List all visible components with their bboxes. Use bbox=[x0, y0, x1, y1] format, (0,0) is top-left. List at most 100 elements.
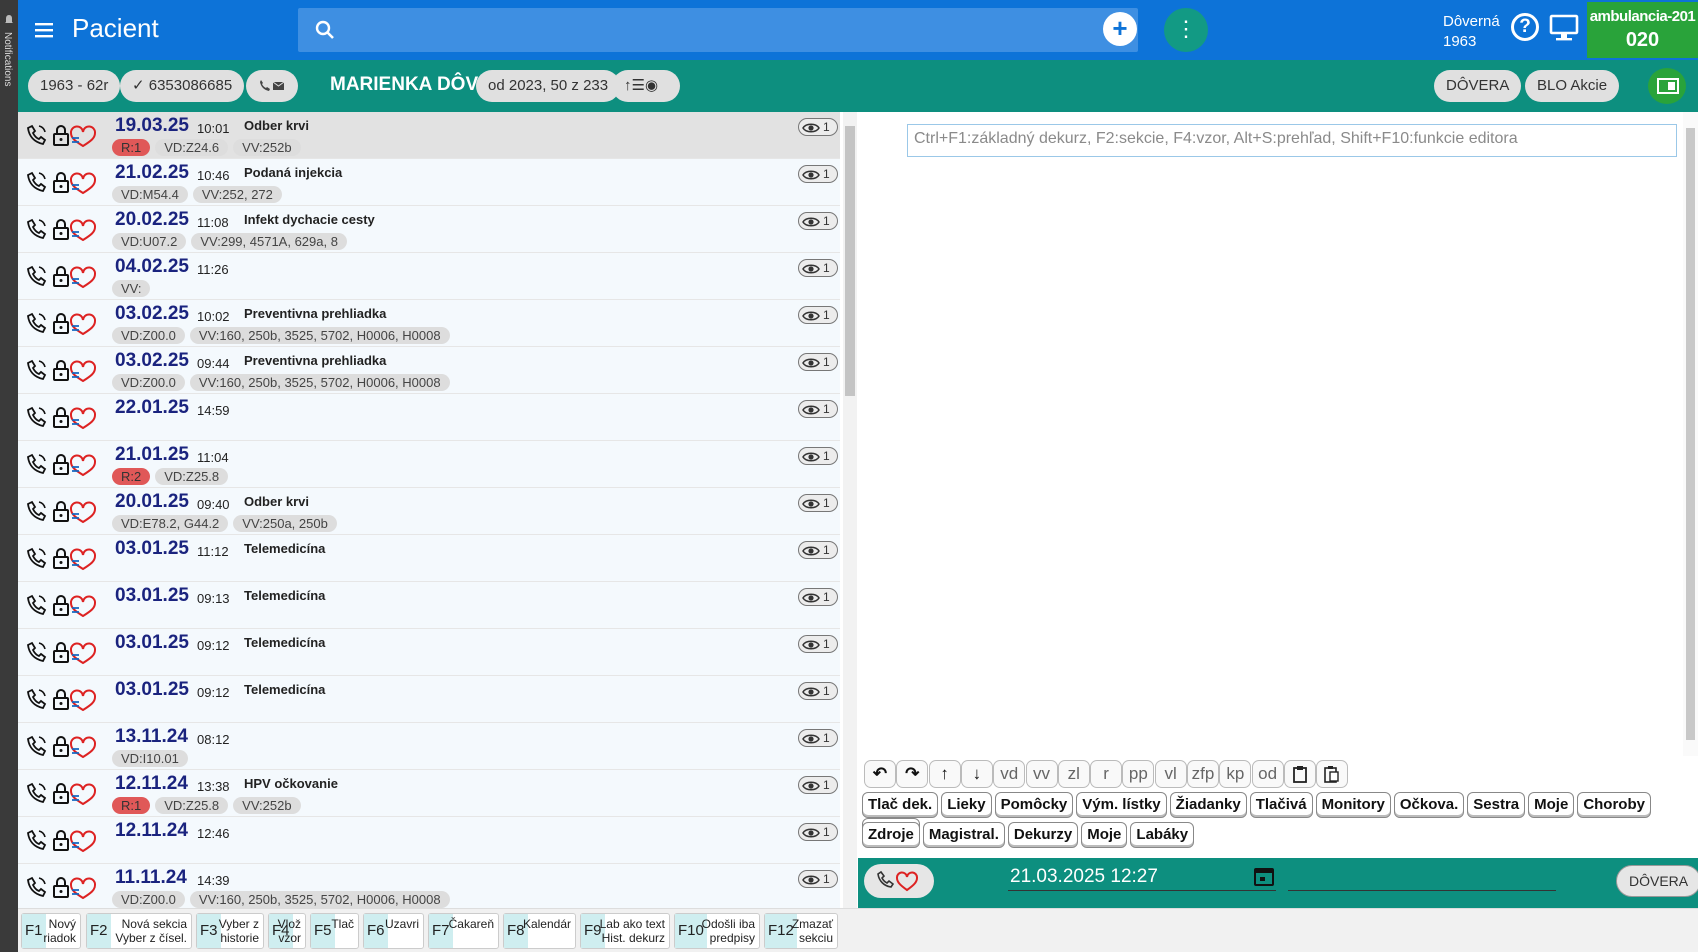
record-pill[interactable]: VD:Z25.8 bbox=[155, 468, 229, 485]
record-pill[interactable]: VV:299, 4571A, 629a, 8 bbox=[191, 233, 347, 250]
record-pill[interactable]: VV:252, 272 bbox=[192, 186, 282, 203]
module-button[interactable]: Tlač dek. bbox=[862, 792, 939, 818]
module-button[interactable]: Moje bbox=[1528, 792, 1575, 818]
vd-button[interactable]: vd bbox=[993, 760, 1026, 788]
record-row[interactable]: 03.01.25 09:12 Telemedicína 1 bbox=[18, 676, 840, 723]
record-row[interactable]: 11.11.24 14:39 VD:Z00.0 VV:160, 250b, 3525,… bbox=[18, 864, 840, 908]
view-count-badge[interactable]: 1 bbox=[798, 494, 838, 512]
record-pill[interactable]: VD:E78.2, G44.2 bbox=[112, 515, 229, 532]
move-down-button[interactable]: ↓ bbox=[960, 760, 993, 788]
zfp-button[interactable]: zfp bbox=[1187, 760, 1219, 788]
zl-button[interactable]: zl bbox=[1057, 760, 1090, 788]
module-button[interactable]: Choroby bbox=[1577, 792, 1651, 818]
record-pill[interactable]: VV:250a, 250b bbox=[233, 515, 337, 532]
view-count-badge[interactable]: 1 bbox=[798, 776, 838, 794]
function-key-f3[interactable]: F3 Vyber z historie bbox=[196, 913, 264, 949]
record-row[interactable]: 03.02.25 09:44 Preventivna prehliadka VD:Z0… bbox=[18, 347, 840, 394]
view-count-badge[interactable]: 1 bbox=[798, 682, 838, 700]
record-pill[interactable]: VV:160, 250b, 3525, 5702, H0006, H0008 bbox=[189, 374, 450, 391]
dovera-date-button[interactable]: DÔVERA bbox=[1616, 865, 1698, 897]
module-button[interactable]: Očkova. bbox=[1393, 792, 1465, 818]
dovera-button[interactable]: DÔVERA bbox=[1434, 70, 1522, 102]
record-pill[interactable]: VD:Z00.0 bbox=[112, 327, 185, 344]
record-pill[interactable]: VD:I10.01 bbox=[112, 750, 188, 767]
undo-button[interactable]: ↶ bbox=[864, 760, 896, 788]
module-button[interactable]: Pomôcky bbox=[994, 792, 1074, 818]
function-key-f4[interactable]: F4 Vlož vzor bbox=[268, 913, 306, 949]
function-key-f2[interactable]: F2 Nová sekcia Vyber z čísel. bbox=[86, 913, 192, 949]
sort-view-chip[interactable]: ↑☰◉ bbox=[612, 70, 680, 102]
editor-input[interactable]: Ctrl+F1:základný dekurz, F2:sekcie, F4:v… bbox=[907, 124, 1677, 157]
ambulance-selector[interactable]: ambulancia-201 020 bbox=[1587, 2, 1698, 58]
records-chip[interactable]: od 2023, 50 z 233 bbox=[476, 70, 621, 102]
patient-age-chip[interactable]: 1963 - 62r bbox=[28, 70, 121, 102]
record-row[interactable]: 20.02.25 11:08 Infekt dychacie cesty VD:U07… bbox=[18, 206, 840, 253]
module-button[interactable]: Labáky bbox=[1130, 822, 1195, 848]
od-button[interactable]: od bbox=[1251, 760, 1284, 788]
record-row[interactable]: 12.11.24 13:38 HPV očkovanie R:1 VD:Z25.8 VV:… bbox=[18, 770, 840, 817]
module-button[interactable]: Lieky bbox=[941, 792, 992, 818]
function-key-f5[interactable]: F5 Tlač bbox=[310, 913, 359, 949]
record-pill[interactable]: VD:Z00.0 bbox=[112, 891, 185, 908]
view-count-badge[interactable]: 1 bbox=[798, 165, 838, 183]
view-count-badge[interactable]: 1 bbox=[798, 635, 838, 653]
search-input[interactable] bbox=[350, 14, 1040, 46]
module-button[interactable]: Magistral. bbox=[922, 822, 1005, 848]
record-row[interactable]: 03.02.25 10:02 Preventivna prehliadka VD:Z0… bbox=[18, 300, 840, 347]
view-count-badge[interactable]: 1 bbox=[798, 306, 838, 324]
search-bar[interactable] bbox=[298, 8, 1138, 52]
record-pill[interactable]: VD:Z25.8 bbox=[155, 797, 229, 814]
record-pill[interactable]: VV:252b bbox=[233, 797, 301, 814]
patient-id-chip[interactable]: ✓ 6353086685 bbox=[120, 70, 245, 102]
view-count-badge[interactable]: 1 bbox=[798, 823, 838, 841]
record-row[interactable]: 20.01.25 09:40 Odber krvi VD:E78.2, G44.2 VV… bbox=[18, 488, 840, 535]
notifications-sidebar[interactable]: Notifications bbox=[0, 0, 18, 952]
help-icon[interactable]: ? bbox=[1511, 13, 1539, 41]
calendar-icon[interactable] bbox=[1253, 865, 1275, 887]
record-row[interactable]: 03.01.25 11:12 Telemedicína 1 bbox=[18, 535, 840, 582]
view-count-badge[interactable]: 1 bbox=[798, 870, 838, 888]
record-row[interactable]: 21.02.25 10:46 Podaná injekcia VD:M54.4 VV:2… bbox=[18, 159, 840, 206]
clipboard-button[interactable] bbox=[1283, 760, 1316, 788]
record-row[interactable]: 19.03.25 10:01 Odber krvi R:1 VD:Z24.6 VV:252… bbox=[18, 112, 840, 159]
function-key-f12[interactable]: F12 Zmazať sekciu bbox=[764, 913, 838, 949]
record-pill[interactable]: VV:252b bbox=[233, 139, 301, 156]
move-up-button[interactable]: ↑ bbox=[928, 760, 961, 788]
vv-button[interactable]: vv bbox=[1025, 760, 1058, 788]
record-pill[interactable]: VV:160, 250b, 3525, 5702, H0006, H0008 bbox=[189, 327, 450, 344]
record-row[interactable]: 04.02.25 11:26 VV: 1 bbox=[18, 253, 840, 300]
user-info[interactable]: Dôverná 1963 bbox=[1443, 12, 1500, 52]
kp-button[interactable]: kp bbox=[1219, 760, 1252, 788]
view-count-badge[interactable]: 1 bbox=[798, 588, 838, 606]
record-pill[interactable]: VD:U07.2 bbox=[112, 233, 187, 250]
record-pill[interactable]: VD:M54.4 bbox=[112, 186, 188, 203]
r-button[interactable]: r bbox=[1090, 760, 1123, 788]
editor-scrollbar[interactable] bbox=[1683, 112, 1698, 756]
function-key-f9[interactable]: F9 Lab ako text Hist. dekurz bbox=[580, 913, 670, 949]
pp-button[interactable]: pp bbox=[1122, 760, 1155, 788]
view-count-badge[interactable]: 1 bbox=[798, 353, 838, 371]
record-pill[interactable]: VV:160, 250b, 3525, 5702, H0006, H0008 bbox=[189, 891, 450, 908]
record-pill[interactable]: R:1 bbox=[112, 139, 151, 156]
module-button[interactable]: Vým. lístky bbox=[1076, 792, 1167, 818]
record-row[interactable]: 12.11.24 12:46 1 bbox=[18, 817, 840, 864]
monitor-icon[interactable] bbox=[1549, 14, 1579, 42]
contact-chip[interactable] bbox=[246, 70, 298, 102]
more-options-icon[interactable]: ⋮ bbox=[1164, 8, 1208, 52]
view-count-badge[interactable]: 1 bbox=[798, 118, 838, 136]
function-key-f10[interactable]: F10 Odošli iba predpisy bbox=[674, 913, 760, 949]
record-row[interactable]: 21.01.25 11:04 R:2 VD:Z25.8 1 bbox=[18, 441, 840, 488]
module-button[interactable]: Monitory bbox=[1315, 792, 1391, 818]
record-pill[interactable]: R:1 bbox=[112, 797, 151, 814]
view-count-badge[interactable]: 1 bbox=[798, 447, 838, 465]
module-button[interactable]: Moje bbox=[1081, 822, 1128, 848]
record-pill[interactable]: VV: bbox=[112, 280, 151, 297]
paste-button[interactable] bbox=[1316, 760, 1349, 788]
module-button[interactable]: Sestra bbox=[1467, 792, 1526, 818]
view-count-badge[interactable]: 1 bbox=[798, 541, 838, 559]
redo-button[interactable]: ↷ bbox=[896, 760, 929, 788]
module-button[interactable]: Zdroje bbox=[862, 822, 920, 848]
view-count-badge[interactable]: 1 bbox=[798, 400, 838, 418]
view-count-badge[interactable]: 1 bbox=[798, 259, 838, 277]
record-row[interactable]: 03.01.25 09:12 Telemedicína 1 bbox=[18, 629, 840, 676]
